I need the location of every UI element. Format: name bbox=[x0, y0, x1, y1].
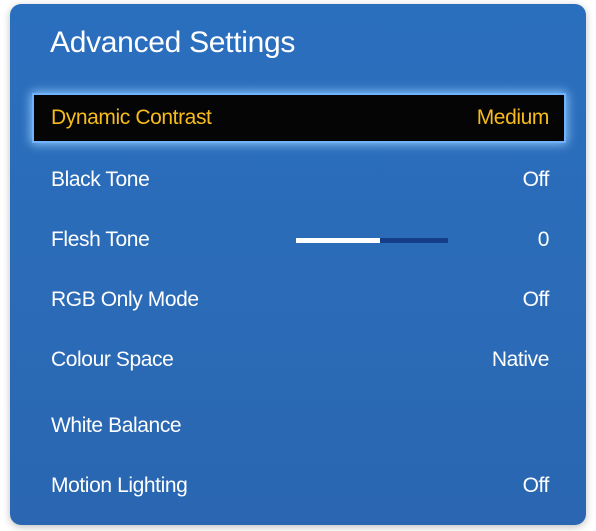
menu-item-label: RGB Only Mode bbox=[51, 288, 199, 311]
menu-title: Advanced Settings bbox=[50, 26, 296, 59]
menu-item-label: Black Tone bbox=[51, 168, 150, 191]
menu-item-label: Colour Space bbox=[51, 348, 174, 371]
menu-item-white-balance[interactable]: White Balance bbox=[34, 403, 564, 449]
flesh-tone-slider-fill bbox=[296, 238, 380, 243]
menu-item-label: Motion Lighting bbox=[51, 474, 188, 497]
menu-item-value: 0 bbox=[537, 228, 550, 251]
menu-item-label: Flesh Tone bbox=[51, 228, 150, 251]
menu-item-label: White Balance bbox=[51, 414, 182, 437]
menu-item-value: Native bbox=[491, 348, 550, 371]
menu-item-value: Off bbox=[522, 288, 550, 311]
menu-item-value: Medium bbox=[476, 106, 550, 129]
menu-item-rgb-only-mode[interactable]: RGB Only Mode Off bbox=[34, 277, 564, 323]
menu-item-value: Off bbox=[522, 168, 550, 191]
menu-item-flesh-tone[interactable]: Flesh Tone 0 bbox=[34, 217, 564, 263]
menu-item-dynamic-contrast[interactable]: Dynamic Contrast Medium bbox=[34, 95, 564, 141]
menu-item-colour-space[interactable]: Colour Space Native bbox=[34, 337, 564, 383]
advanced-settings-panel: Advanced Settings Dynamic Contrast Mediu… bbox=[10, 4, 586, 525]
menu-item-value: Off bbox=[522, 474, 550, 497]
menu-item-black-tone[interactable]: Black Tone Off bbox=[34, 157, 564, 203]
menu-item-label: Dynamic Contrast bbox=[51, 106, 212, 129]
flesh-tone-slider[interactable] bbox=[296, 238, 448, 243]
menu-item-motion-lighting[interactable]: Motion Lighting Off bbox=[34, 463, 564, 509]
